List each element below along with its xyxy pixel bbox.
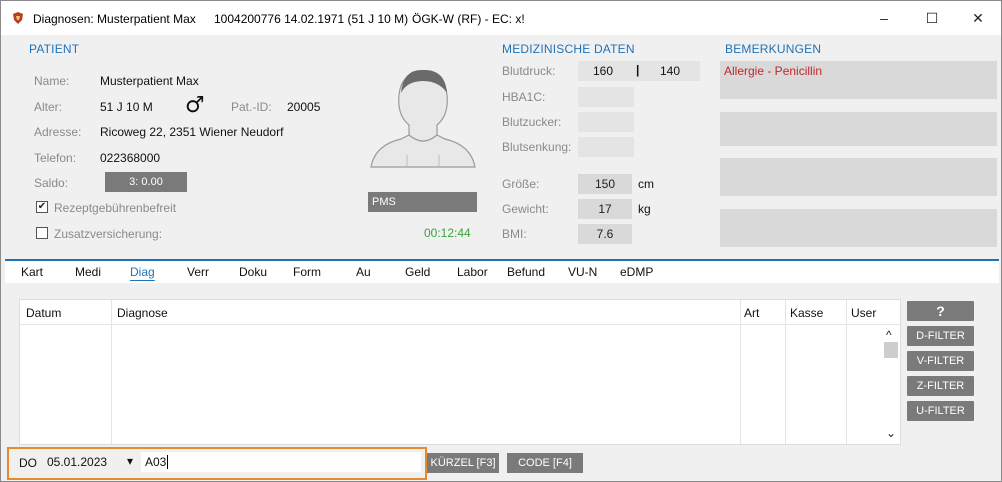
diagnosen-window: Diagnosen: Musterpatient Max 1004200776 … bbox=[0, 0, 1002, 482]
fee-exempt-checkbox[interactable]: ✔ bbox=[36, 201, 48, 213]
tab-au[interactable]: Au bbox=[356, 265, 371, 279]
male-gender-icon: ♂ bbox=[185, 93, 205, 118]
col-header-user[interactable]: User bbox=[851, 306, 876, 320]
patient-header-panel: PATIENT Name: Musterpatient Max Alter: 5… bbox=[5, 35, 999, 257]
title-bar: Diagnosen: Musterpatient Max 1004200776 … bbox=[1, 1, 1001, 35]
remark-line-4[interactable] bbox=[720, 209, 997, 247]
weight-value[interactable]: 17 bbox=[578, 199, 632, 219]
weight-label: Gewicht: bbox=[502, 202, 549, 216]
height-value[interactable]: 150 bbox=[578, 174, 632, 194]
tab-doku[interactable]: Doku bbox=[239, 265, 267, 279]
remark-line-3[interactable] bbox=[720, 158, 997, 196]
tab-medi[interactable]: Medi bbox=[75, 265, 101, 279]
window-title-insurance: ÖGK-W (RF) - EC: x! bbox=[412, 12, 525, 26]
tab-verr[interactable]: Verr bbox=[187, 265, 209, 279]
window-title: Diagnosen: Musterpatient Max bbox=[33, 12, 196, 26]
kuerzel-button[interactable]: KÜRZEL [F3] bbox=[427, 453, 499, 473]
patid-value: 20005 bbox=[287, 100, 321, 114]
col-divider bbox=[111, 300, 112, 444]
photo-caption: PMS bbox=[368, 192, 477, 212]
remark-line-1[interactable]: Allergie - Penicillin bbox=[720, 61, 997, 99]
patient-photo-placeholder-icon bbox=[370, 69, 476, 168]
table-header-divider bbox=[20, 324, 900, 325]
extra-insurance-label: Zusatzversicherung: bbox=[54, 227, 163, 241]
name-value: Musterpatient Max bbox=[100, 74, 199, 88]
bp-sys-value: 160 bbox=[593, 64, 614, 78]
col-divider bbox=[785, 300, 786, 444]
col-header-art[interactable]: Art bbox=[744, 306, 759, 320]
sedimentation-field[interactable] bbox=[578, 137, 634, 157]
tab-vu-n[interactable]: VU-N bbox=[568, 265, 597, 279]
height-unit: cm bbox=[638, 177, 654, 191]
blood-sugar-field[interactable] bbox=[578, 112, 634, 132]
close-button[interactable]: ✕ bbox=[955, 1, 1001, 35]
height-label: Größe: bbox=[502, 177, 540, 191]
module-tabbar: Kart Medi Diag Verr Doku Form Au Geld La… bbox=[5, 259, 999, 283]
col-header-diagnose[interactable]: Diagnose bbox=[117, 306, 168, 320]
address-label: Adresse: bbox=[34, 125, 82, 139]
bmi-value: 7.6 bbox=[578, 224, 632, 244]
sedimentation-label: Blutsenkung: bbox=[502, 140, 572, 154]
bp-label: Blutdruck: bbox=[502, 64, 556, 78]
u-filter-button[interactable]: U-FILTER bbox=[907, 401, 974, 421]
code-button[interactable]: CODE [F4] bbox=[507, 453, 583, 473]
d-filter-button[interactable]: D-FILTER bbox=[907, 326, 974, 346]
diagnoses-table: Datum Diagnose Art Kasse User ^ ⌄ bbox=[19, 299, 901, 445]
tab-befund[interactable]: Befund bbox=[507, 265, 545, 279]
age-value: 51 J 10 M bbox=[100, 100, 153, 114]
help-button[interactable]: ? bbox=[907, 301, 974, 321]
phone-value: 022368000 bbox=[100, 151, 161, 165]
v-filter-button[interactable]: V-FILTER bbox=[907, 351, 974, 371]
vertical-scrollbar[interactable]: ^ ⌄ bbox=[884, 328, 898, 442]
patid-label: Pat.-ID: bbox=[231, 100, 272, 114]
saldo-value[interactable]: 3: 0.00 bbox=[105, 172, 187, 192]
col-divider bbox=[846, 300, 847, 444]
weight-unit: kg bbox=[638, 202, 651, 216]
maximize-button[interactable]: ☐ bbox=[909, 1, 955, 35]
remark-text-1: Allergie - Penicillin bbox=[724, 64, 823, 78]
scroll-up-icon[interactable]: ^ bbox=[886, 328, 892, 342]
tab-diag[interactable]: Diag bbox=[130, 265, 155, 279]
hba1c-field[interactable] bbox=[578, 87, 634, 107]
extra-insurance-checkbox[interactable] bbox=[36, 227, 48, 239]
bmi-label: BMI: bbox=[502, 227, 527, 241]
bp-separator: | bbox=[636, 63, 640, 77]
fee-exempt-label: Rezeptgebührenbefreit bbox=[54, 201, 177, 215]
window-title-info: 1004200776 14.02.1971 (51 J 10 M) bbox=[214, 12, 409, 26]
col-header-datum[interactable]: Datum bbox=[26, 306, 61, 320]
session-timer: 00:12:44 bbox=[424, 226, 471, 240]
name-label: Name: bbox=[34, 74, 70, 88]
bp-dia-value: 140 bbox=[660, 64, 681, 78]
patient-section-title: PATIENT bbox=[29, 42, 80, 56]
tab-form[interactable]: Form bbox=[293, 265, 321, 279]
tab-kart[interactable]: Kart bbox=[21, 265, 43, 279]
remarks-section-title: BEMERKUNGEN bbox=[725, 42, 822, 56]
phone-label: Telefon: bbox=[34, 151, 77, 165]
col-divider bbox=[740, 300, 741, 444]
hba1c-label: HBA1C: bbox=[502, 90, 546, 104]
tab-labor[interactable]: Labor bbox=[457, 265, 488, 279]
entry-highlight-frame bbox=[7, 447, 427, 480]
remark-line-2[interactable] bbox=[720, 112, 997, 146]
z-filter-button[interactable]: Z-FILTER bbox=[907, 376, 974, 396]
medical-section-title: MEDIZINISCHE DATEN bbox=[502, 42, 635, 56]
col-header-kasse[interactable]: Kasse bbox=[790, 306, 823, 320]
scroll-down-icon[interactable]: ⌄ bbox=[886, 426, 896, 440]
saldo-label: Saldo: bbox=[34, 176, 69, 190]
app-logo-icon bbox=[13, 12, 23, 24]
tab-edmp[interactable]: eDMP bbox=[620, 265, 653, 279]
scrollbar-thumb[interactable] bbox=[884, 342, 898, 358]
tab-geld[interactable]: Geld bbox=[405, 265, 430, 279]
blood-sugar-label: Blutzucker: bbox=[502, 115, 562, 129]
minimize-button[interactable]: – bbox=[861, 1, 907, 35]
address-value: Ricoweg 22, 2351 Wiener Neudorf bbox=[100, 125, 284, 139]
age-label: Alter: bbox=[34, 100, 63, 114]
